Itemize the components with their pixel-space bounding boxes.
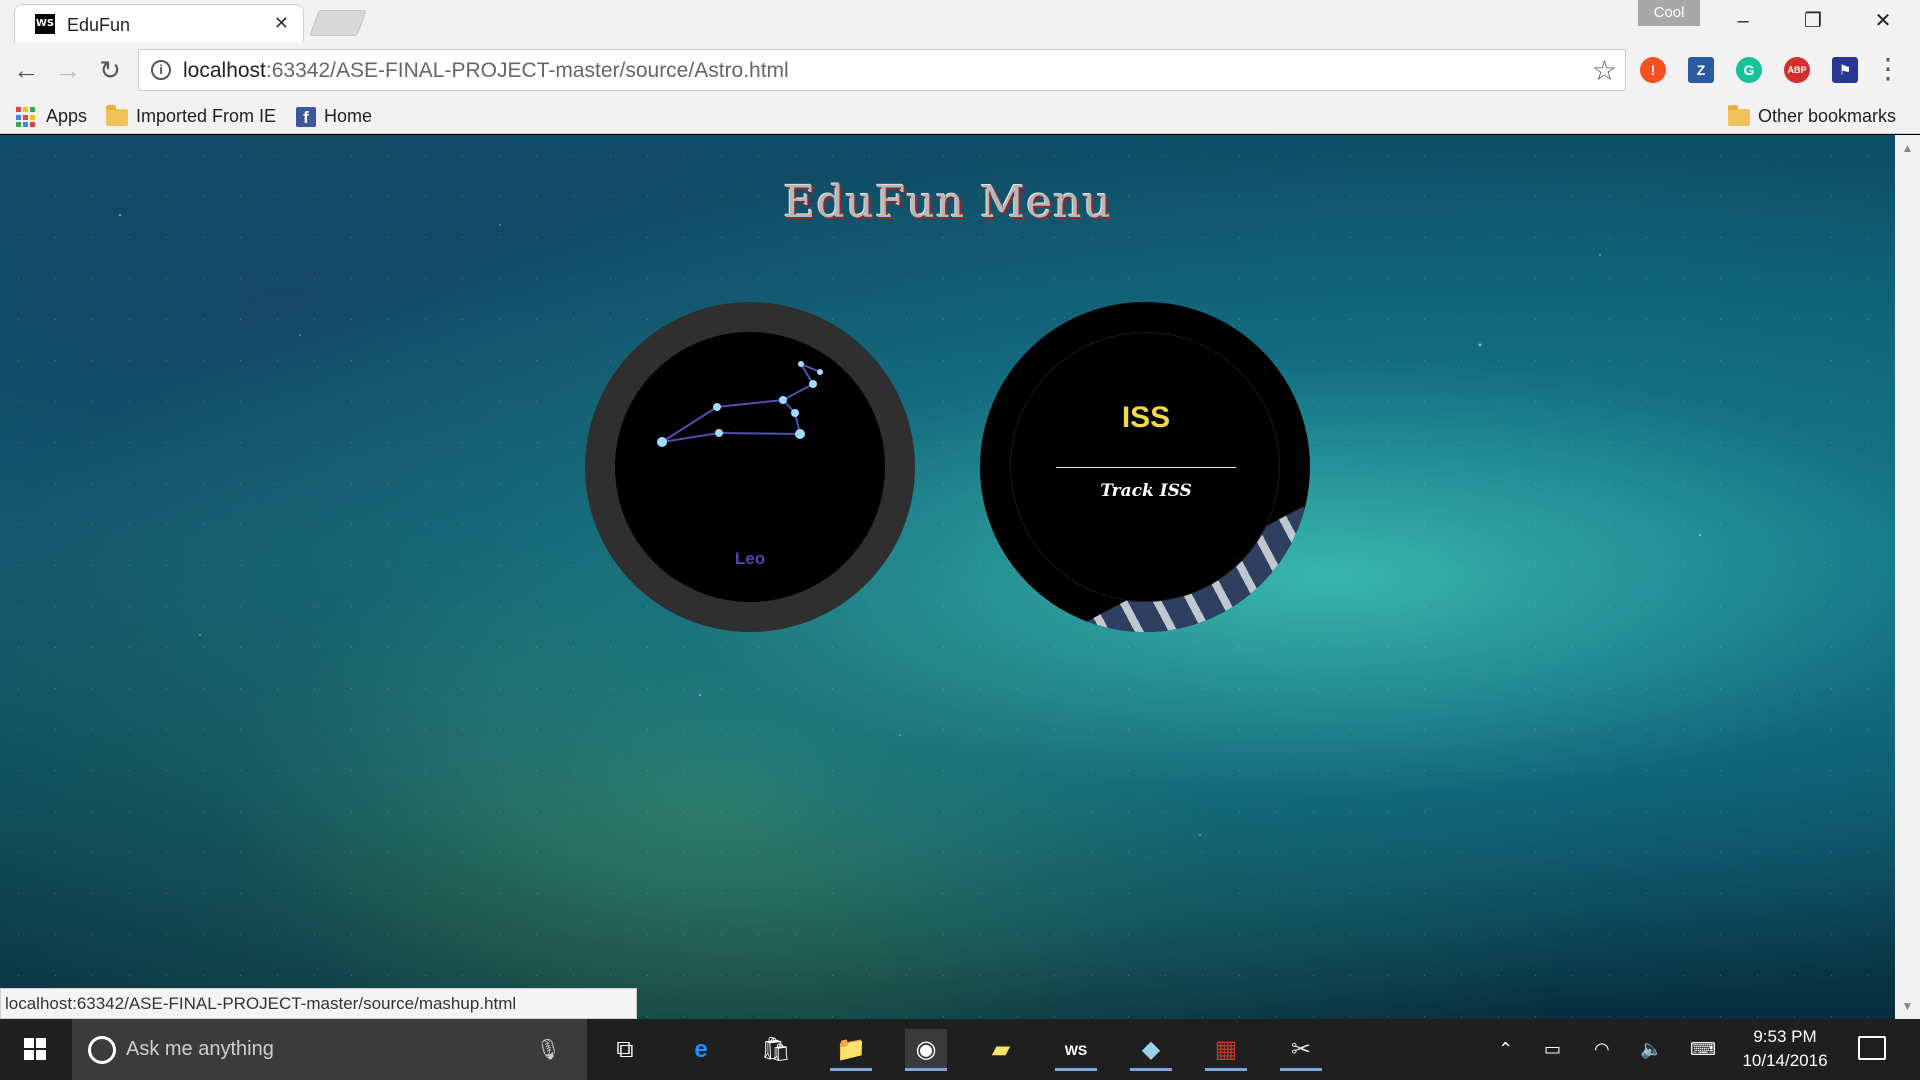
facebook-icon: f [296,107,316,128]
minimize-button[interactable]: – [1720,6,1766,36]
browser-titlebar: WS EduFun ✕ Cool – ❐ ✕ [0,0,1920,42]
address-bar[interactable]: i localhost:63342/ASE-FINAL-PROJECT-mast… [138,49,1626,91]
file-explorer-icon[interactable]: 📁 [830,1029,872,1071]
reload-button[interactable]: ↻ [92,52,128,88]
bookmark-apps-label: Apps [46,106,88,126]
browser-tab[interactable]: WS EduFun ✕ [14,4,304,42]
microphone-icon[interactable]: 🎙 [536,1037,561,1062]
apps-grid-icon [16,107,36,127]
task-view-icon[interactable]: ⧉ [604,1029,646,1071]
tab-title: EduFun [67,15,131,35]
iss-title: ISS [1121,401,1171,434]
webstorm-favicon-icon: WS [35,14,55,34]
store-icon[interactable]: 🛍 [755,1029,797,1071]
close-window-button[interactable]: ✕ [1860,6,1906,36]
adblock-plus-icon[interactable]: ABP [1784,57,1810,83]
keyboard-icon[interactable]: ⌨ [1690,1039,1716,1060]
bookmark-star-icon[interactable]: ☆ [1592,54,1617,87]
iss-subtitle: Track ISS [1100,481,1192,501]
profile-badge[interactable]: Cool [1638,0,1700,26]
bookmark-apps[interactable]: Apps [16,104,87,128]
cortana-icon [88,1036,116,1064]
new-tab-button[interactable] [309,10,367,36]
iss-card-inner: ISS Track ISS [1010,332,1280,602]
page-title: EduFun Menu [783,177,1112,228]
battery-icon[interactable]: ▭ [1544,1039,1561,1060]
bookmarks-bar: Apps Imported From IE f Home Other bookma… [0,98,1920,134]
leo-label: Leo [734,549,766,568]
grammarly-extension-icon[interactable]: G [1736,57,1762,83]
wifi-icon[interactable]: ◠ [1594,1039,1610,1060]
folder-icon [1728,104,1750,126]
page-scrollbar[interactable]: ▲ ▼ [1895,135,1920,1019]
clock-time: 9:53 PM [1753,1027,1817,1046]
webstorm-icon[interactable]: WS [1055,1029,1097,1071]
back-button[interactable]: ← [8,52,44,88]
search-placeholder: Ask me anything [126,1038,274,1060]
tab-close-icon[interactable]: ✕ [274,13,289,34]
action-center-icon[interactable] [1858,1036,1886,1060]
start-button[interactable] [0,1019,72,1080]
page-background: EduFun Menu Leo ISS Track ISS [0,135,1895,1019]
windows-taskbar: Ask me anything 🎙 ⧉ e 🛍 📁 ◉ ▰ WS ◆ ▦ ✂ ⌃… [0,1019,1920,1080]
url-text[interactable]: localhost:63342/ASE-FINAL-PROJECT-master… [183,59,789,83]
iss-card[interactable]: ISS Track ISS [980,302,1310,632]
chrome-menu-icon[interactable]: ⋮ [1874,52,1902,85]
sticky-notes-icon[interactable]: ▰ [980,1029,1022,1071]
site-info-icon[interactable]: i [151,60,171,80]
cortana-search-box[interactable]: Ask me anything 🎙 [72,1019,587,1080]
clock-date: 10/14/2016 [1742,1051,1828,1070]
restore-button[interactable]: ❐ [1790,6,1836,36]
url-host: localhost [183,59,266,82]
folder-icon [106,104,128,126]
starfield-dust [0,135,1895,1019]
bookmark-other[interactable]: Other bookmarks [1728,104,1896,128]
snipping-tool-icon[interactable]: ✂ [1280,1029,1322,1071]
leo-card[interactable]: Leo [585,302,915,632]
iss-divider [1056,467,1236,468]
flag-extension-icon[interactable]: ⚑ [1832,57,1858,83]
volume-icon[interactable]: 🔈 [1640,1039,1662,1060]
status-bar-url: localhost:63342/ASE-FINAL-PROJECT-master… [0,988,637,1019]
chrome-icon[interactable]: ◉ [905,1029,947,1071]
zotero-extension-icon[interactable]: Z [1688,57,1714,83]
edge-browser-icon[interactable]: e [680,1029,722,1071]
bookmark-home-label: Home [324,106,373,126]
scroll-up-icon[interactable]: ▲ [1895,141,1920,155]
bookmark-imported-label: Imported From IE [136,106,277,126]
bookmark-home[interactable]: f Home [296,104,372,128]
show-hidden-icons-icon[interactable]: ⌃ [1498,1039,1513,1060]
bookmark-imported-from-ie[interactable]: Imported From IE [106,104,276,128]
alert-extension-icon[interactable]: ! [1640,57,1666,83]
windows-logo-icon [24,1038,46,1060]
scroll-down-icon[interactable]: ▼ [1895,999,1920,1013]
taskbar-clock[interactable]: 9:53 PM 10/14/2016 [1720,1025,1850,1073]
browser-toolbar: ← → ↻ i localhost:63342/ASE-FINAL-PROJEC… [0,42,1920,98]
forward-button[interactable]: → [50,52,86,88]
bookmark-other-label: Other bookmarks [1758,106,1897,126]
winrar-icon[interactable]: ▦ [1205,1029,1247,1071]
leo-constellation-image: Leo [615,332,885,602]
url-path: :63342/ASE-FINAL-PROJECT-master/source/A… [265,59,789,82]
notepad-icon[interactable]: ◆ [1130,1029,1172,1071]
